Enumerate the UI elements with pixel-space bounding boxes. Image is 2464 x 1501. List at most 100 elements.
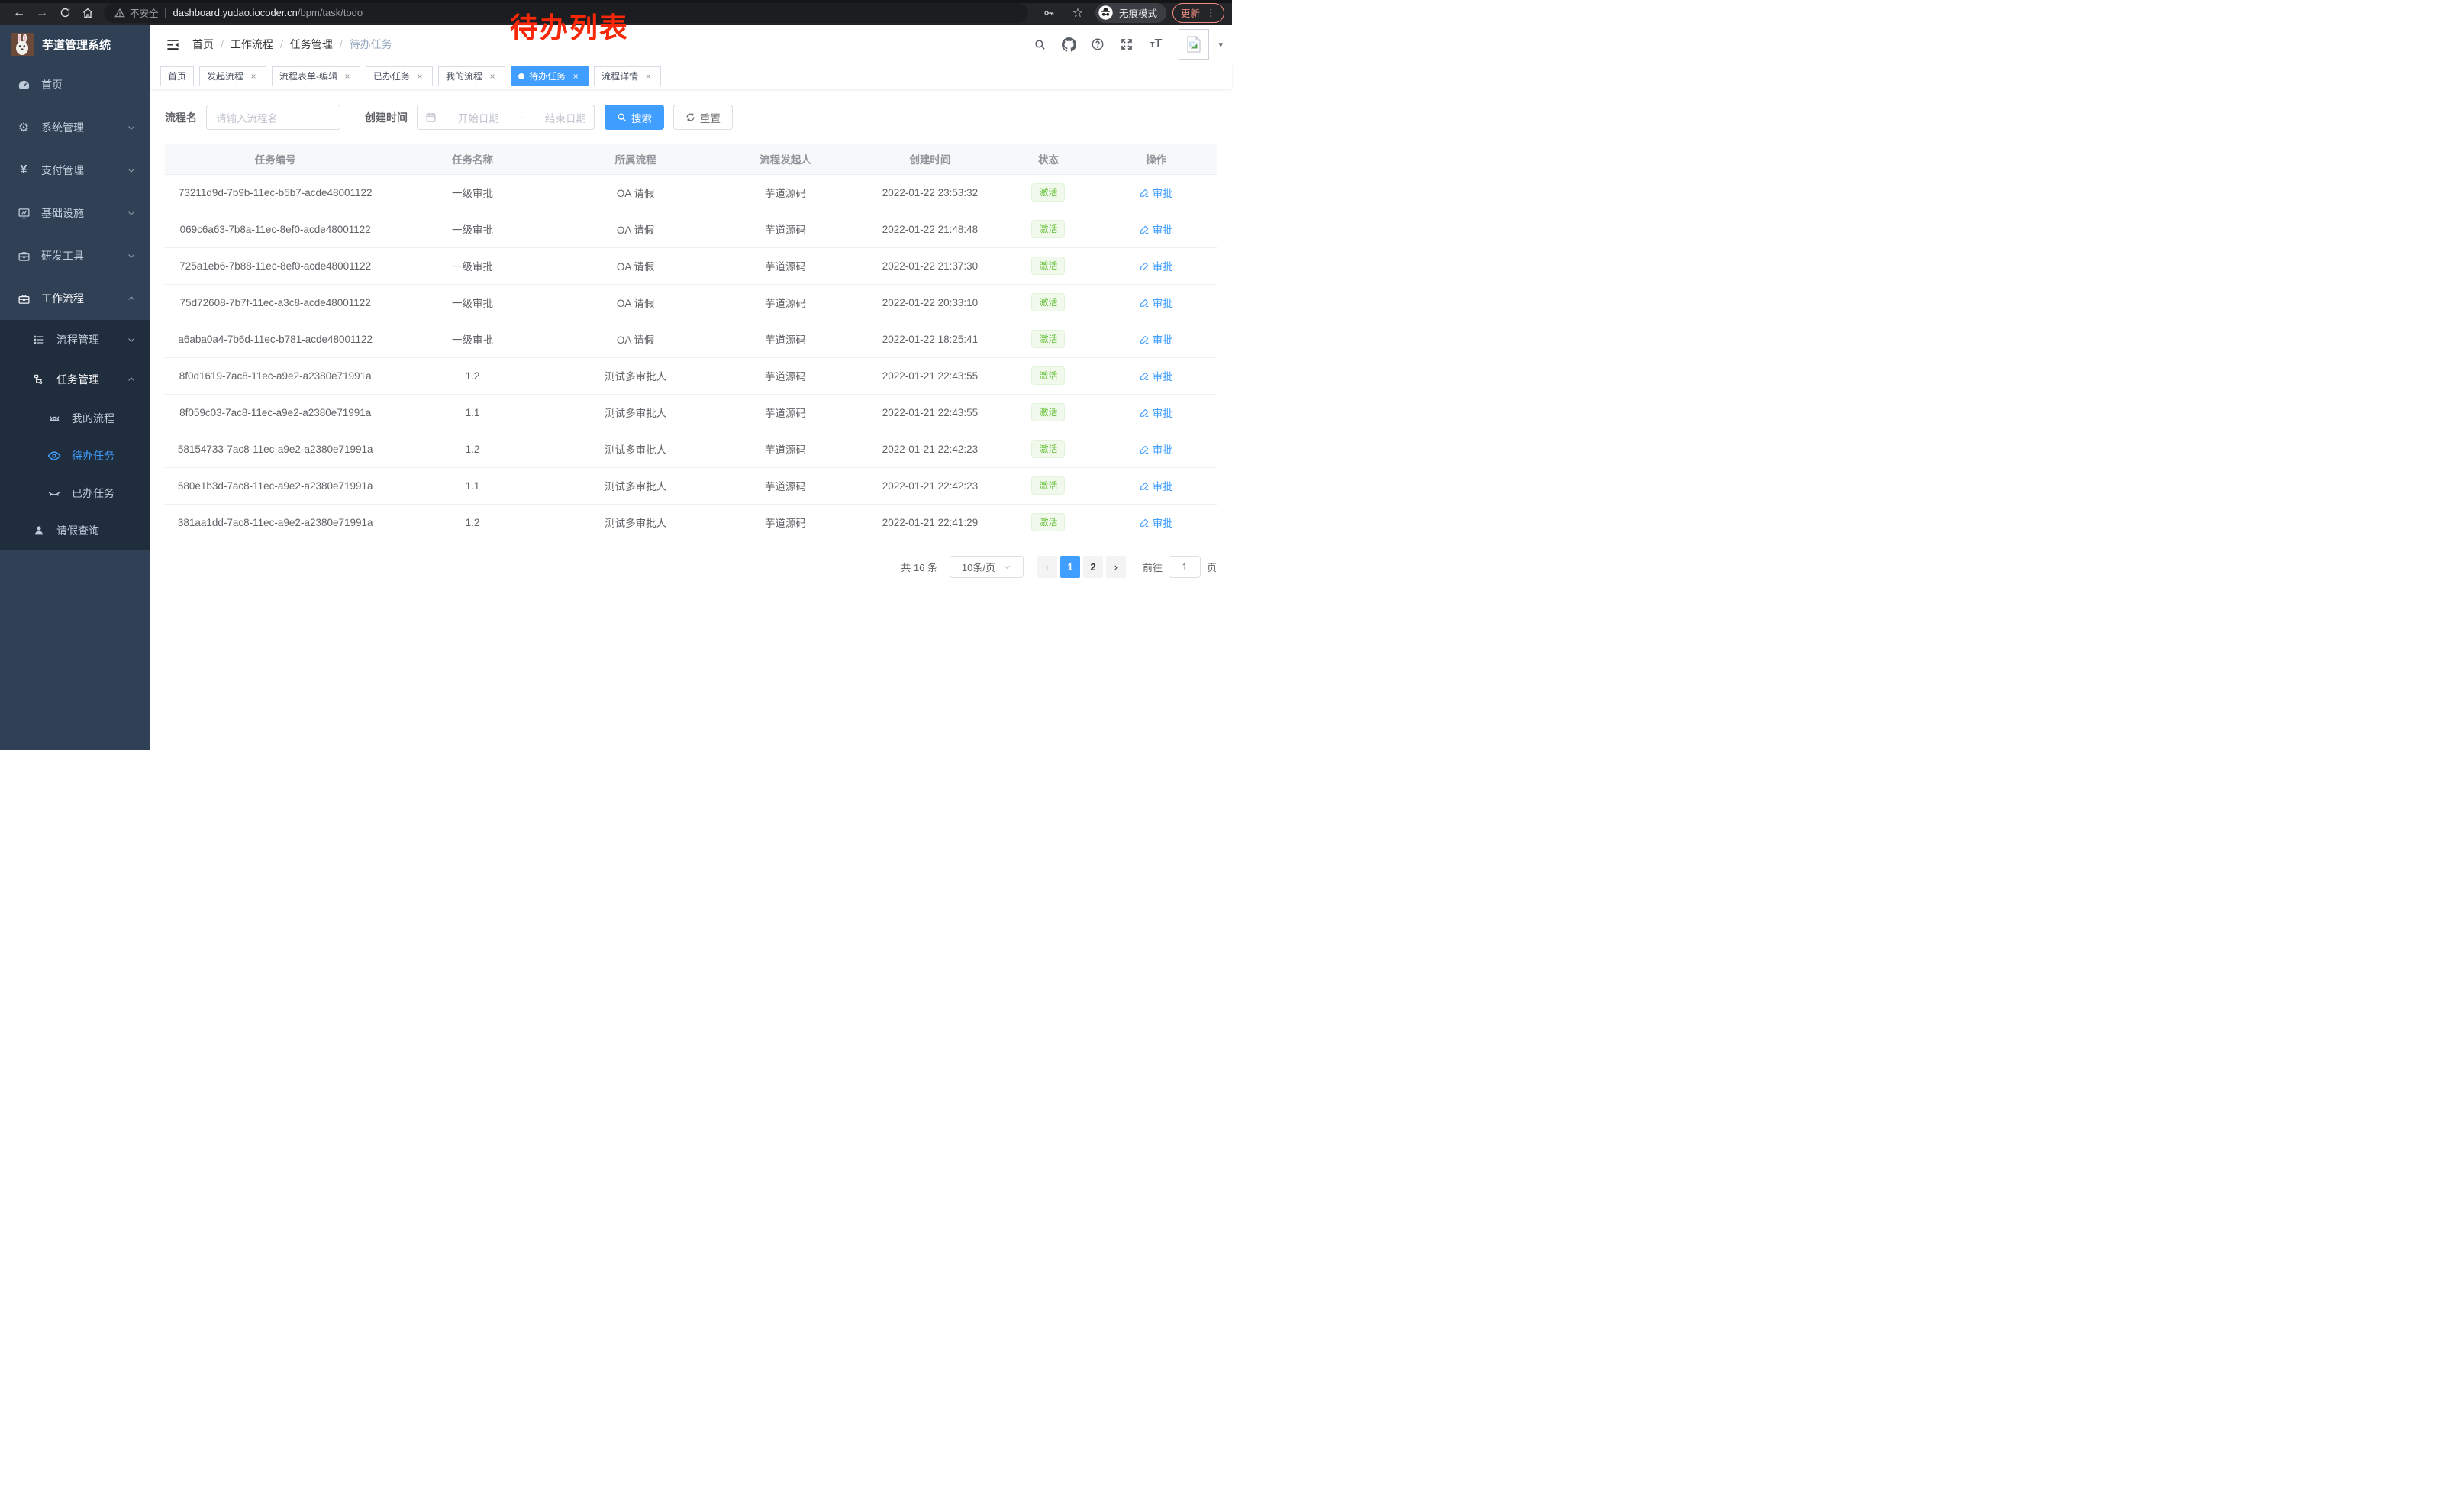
tab-start-process[interactable]: 发起流程× — [199, 66, 266, 86]
sidebar-item-todo-tasks[interactable]: 待办任务 — [0, 437, 150, 474]
breadcrumb-task-mgmt[interactable]: 任务管理 — [290, 37, 333, 52]
help-icon[interactable] — [1085, 29, 1110, 60]
approve-link[interactable]: 审批 — [1140, 295, 1173, 310]
approve-link[interactable]: 审批 — [1140, 515, 1173, 530]
task-process: 测试多审批人 — [560, 357, 712, 394]
sidebar-item-system-mgmt[interactable]: ⚙ 系统管理 — [0, 106, 150, 149]
bookmark-star-icon[interactable]: ☆ — [1066, 3, 1089, 23]
page-1-button[interactable]: 1 — [1060, 556, 1080, 578]
approve-link[interactable]: 审批 — [1140, 331, 1173, 347]
breadcrumb-workflow[interactable]: 工作流程 — [231, 37, 273, 52]
next-page-button[interactable]: › — [1106, 556, 1126, 578]
key-icon[interactable] — [1037, 3, 1060, 23]
status-badge: 激活 — [1031, 293, 1065, 311]
sidebar-item-task-mgmt[interactable]: 任务管理 — [0, 360, 150, 399]
tab-done-tasks[interactable]: 已办任务 × — [366, 66, 433, 86]
sidebar-item-process-mgmt[interactable]: 流程管理 — [0, 320, 150, 360]
sidebar: 芋道管理系统 首页 ⚙ 系统管理 ¥ 支付管理 基础设施 — [0, 25, 150, 750]
font-size-icon[interactable]: TT — [1143, 29, 1168, 60]
tab-form-edit[interactable]: 流程表单-编辑× — [272, 66, 360, 86]
app-logo-row[interactable]: 芋道管理系统 — [0, 25, 150, 63]
tab-process-detail[interactable]: 流程详情× — [594, 66, 661, 86]
search-icon[interactable] — [1027, 29, 1052, 60]
tags-view: 首页 发起流程× 流程表单-编辑× 已办任务 × 我的流程× 待办任务× 流程详情… — [150, 63, 1232, 89]
approve-link[interactable]: 审批 — [1140, 405, 1173, 420]
gear-icon: ⚙ — [17, 120, 31, 135]
approve-link[interactable]: 审批 — [1140, 185, 1173, 200]
col-process: 所属流程 — [560, 144, 712, 174]
goto-page-input[interactable]: 1 — [1169, 556, 1201, 578]
update-button[interactable]: 更新 ⋮ — [1172, 3, 1224, 23]
approve-link[interactable]: 审批 — [1140, 368, 1173, 383]
eye-icon — [47, 449, 61, 463]
task-name: 1.1 — [385, 467, 559, 504]
tab-close-icon[interactable]: × — [342, 71, 353, 82]
tab-close-icon[interactable]: × — [643, 71, 653, 82]
task-starter: 芋道源码 — [712, 174, 859, 211]
approve-label: 审批 — [1153, 221, 1173, 237]
approve-label: 审批 — [1153, 368, 1173, 383]
tab-label: 已办任务 — [373, 69, 410, 82]
back-icon[interactable]: ← — [8, 3, 31, 23]
status-badge: 激活 — [1031, 257, 1065, 275]
tab-my-process[interactable]: 我的流程× — [438, 66, 505, 86]
app-logo — [11, 33, 34, 56]
sidebar-item-dev-tools[interactable]: 研发工具 — [0, 234, 150, 277]
warning-icon — [114, 8, 125, 18]
approve-link[interactable]: 审批 — [1140, 441, 1173, 457]
sidebar-item-payment-mgmt[interactable]: ¥ 支付管理 — [0, 149, 150, 192]
sidebar-item-label: 我的流程 — [72, 411, 136, 426]
task-name: 1.2 — [385, 504, 559, 541]
edit-pen-icon — [1140, 518, 1150, 528]
breadcrumb: 首页 / 工作流程 / 任务管理 / 待办任务 — [192, 37, 392, 52]
approve-link[interactable]: 审批 — [1140, 478, 1173, 493]
home-icon[interactable] — [76, 3, 99, 23]
reset-button[interactable]: 重置 — [673, 105, 733, 130]
task-starter: 芋道源码 — [712, 394, 859, 431]
forward-icon[interactable]: → — [31, 3, 53, 23]
incognito-icon — [1098, 5, 1114, 21]
process-name-input[interactable]: 请输入流程名 — [206, 105, 340, 130]
task-time: 2022-01-21 22:43:55 — [859, 357, 1001, 394]
sidebar-item-my-process[interactable]: 我的流程 — [0, 399, 150, 437]
tab-close-icon[interactable]: × — [248, 71, 259, 82]
reload-icon[interactable] — [53, 3, 76, 23]
sidebar-item-label: 首页 — [41, 77, 136, 92]
sidebar-item-workflow[interactable]: 工作流程 — [0, 277, 150, 320]
fullscreen-icon[interactable] — [1114, 29, 1139, 60]
avatar[interactable] — [1179, 29, 1209, 60]
task-starter: 芋道源码 — [712, 504, 859, 541]
breadcrumb-home[interactable]: 首页 — [192, 37, 214, 52]
sidebar-item-done-tasks[interactable]: 已办任务 — [0, 474, 150, 512]
process-name-label: 流程名 — [165, 110, 197, 125]
github-icon[interactable] — [1056, 29, 1081, 60]
col-task-name: 任务名称 — [385, 144, 559, 174]
chevron-down-icon — [127, 123, 136, 132]
task-process: 测试多审批人 — [560, 431, 712, 467]
tab-todo-tasks[interactable]: 待办任务× — [511, 66, 589, 86]
range-separator: - — [521, 111, 524, 123]
tab-close-icon[interactable]: × — [487, 71, 498, 82]
approve-link[interactable]: 审批 — [1140, 258, 1173, 273]
sidebar-item-leave-query[interactable]: 请假查询 — [0, 512, 150, 550]
sidebar-item-home[interactable]: 首页 — [0, 63, 150, 106]
sidebar-collapse-icon[interactable] — [159, 31, 186, 58]
browser-menu-icon[interactable]: ⋮ — [1206, 7, 1216, 19]
approve-link[interactable]: 审批 — [1140, 221, 1173, 237]
page-size-select[interactable]: 10条/页 — [950, 556, 1024, 578]
sidebar-item-infrastructure[interactable]: 基础设施 — [0, 192, 150, 234]
status-badge: 激活 — [1031, 220, 1065, 238]
avatar-dropdown-caret-icon[interactable]: ▾ — [1218, 40, 1223, 50]
active-tab-dot — [518, 73, 524, 79]
page-2-button[interactable]: 2 — [1083, 556, 1103, 578]
prev-page-button[interactable]: ‹ — [1037, 556, 1057, 578]
date-range-picker[interactable]: 开始日期 - 结束日期 — [417, 105, 595, 130]
search-button[interactable]: 搜索 — [605, 105, 664, 130]
col-actions: 操作 — [1095, 144, 1217, 174]
tab-close-icon[interactable]: × — [414, 71, 425, 82]
tab-close-icon[interactable]: × — [570, 71, 581, 82]
tab-home[interactable]: 首页 — [160, 66, 194, 86]
update-label: 更新 — [1181, 5, 1200, 20]
task-id: 381aa1dd-7ac8-11ec-a9e2-a2380e71991a — [165, 504, 385, 541]
task-starter: 芋道源码 — [712, 321, 859, 357]
